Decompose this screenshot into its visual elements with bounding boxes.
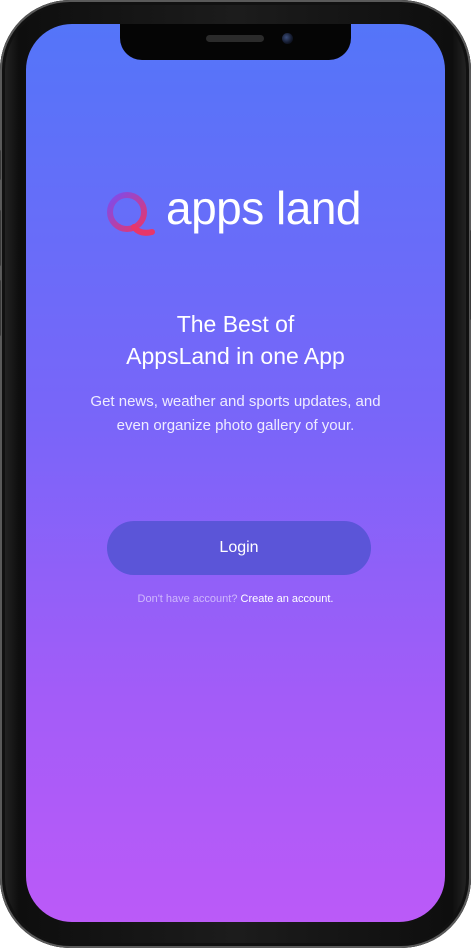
create-account-link[interactable]: Create an account.: [241, 593, 334, 605]
volume-down-button: [0, 280, 1, 336]
login-button[interactable]: Login: [107, 521, 371, 575]
description-line-1: Get news, weather and sports updates, an…: [90, 393, 381, 410]
speaker-grille: [206, 35, 264, 42]
logo-text: apps land: [166, 182, 362, 234]
headline: The Best of AppsLand in one App: [26, 308, 445, 372]
headline-line-2: AppsLand in one App: [126, 343, 345, 369]
description: Get news, weather and sports updates, an…: [56, 390, 415, 438]
signup-line: Don't have account? Create an account.: [26, 593, 445, 605]
camera-icon: [282, 33, 293, 44]
description-line-2: even organize photo gallery of your.: [116, 417, 355, 434]
app-screen: apps land The Best of AppsLand in one Ap…: [26, 24, 445, 922]
q-ring-logo-icon: [107, 192, 155, 236]
volume-up-button: [0, 210, 1, 266]
headline-line-1: The Best of: [176, 311, 295, 337]
phone-frame: apps land The Best of AppsLand in one Ap…: [0, 0, 471, 948]
side-button: [0, 150, 1, 180]
signup-prompt: Don't have account?: [137, 593, 238, 605]
notch: [120, 24, 351, 60]
app-logo: apps land: [104, 182, 384, 239]
